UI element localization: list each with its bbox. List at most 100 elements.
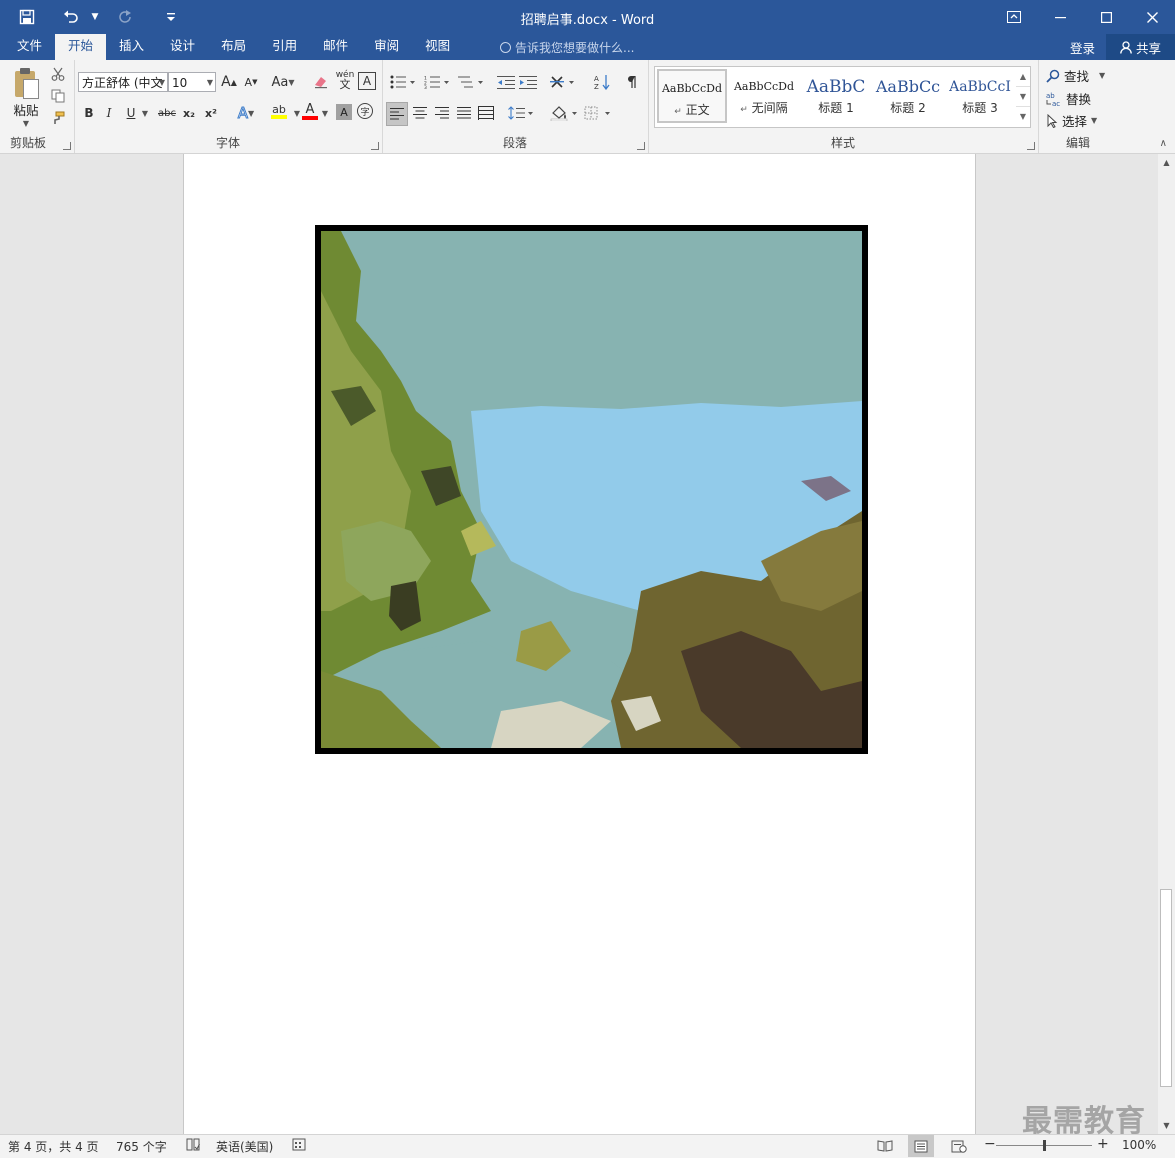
style-heading-3[interactable]: AaBbCcI 标题 3 — [945, 69, 1015, 123]
undo-icon[interactable] — [56, 2, 86, 32]
customize-qat-icon[interactable] — [162, 2, 180, 32]
tab-home[interactable]: 开始 — [55, 34, 107, 60]
redo-icon — [110, 2, 140, 32]
numbering-icon[interactable]: 123 — [422, 71, 452, 93]
tab-view[interactable]: 视图 — [412, 34, 463, 60]
select-button[interactable]: 选择 ▼ — [1046, 111, 1097, 130]
proofing-icon[interactable] — [186, 1138, 200, 1154]
font-color-dropdown-icon[interactable]: ▼ — [320, 102, 330, 124]
styles-launcher-icon[interactable] — [1027, 142, 1035, 150]
login-link[interactable]: 登录 — [1070, 38, 1095, 57]
person-icon — [1120, 40, 1132, 54]
grow-font-button[interactable]: A ▲ — [220, 71, 238, 93]
document-page[interactable] — [183, 154, 976, 1134]
superscript-button[interactable]: x² — [202, 102, 220, 124]
paste-dropdown-icon[interactable]: ▼ — [8, 119, 44, 128]
minimize-icon[interactable] — [1037, 0, 1083, 34]
justify-icon[interactable] — [453, 102, 475, 124]
increase-indent-icon[interactable] — [518, 71, 538, 93]
ribbon-display-icon[interactable] — [991, 0, 1037, 34]
share-button[interactable]: 共享 — [1106, 34, 1175, 60]
phonetic-guide-button[interactable]: wén 文 — [334, 69, 356, 91]
align-center-icon[interactable] — [409, 102, 431, 124]
chinese-layout-icon[interactable] — [548, 71, 578, 93]
style-normal[interactable]: AaBbCcDd ↵ 正文 — [657, 69, 727, 123]
maximize-icon[interactable] — [1083, 0, 1129, 34]
style-heading-2[interactable]: AaBbCc 标题 2 — [873, 69, 943, 123]
distributed-icon[interactable] — [475, 102, 497, 124]
shrink-font-button[interactable]: A ▼ — [242, 71, 260, 93]
chevron-down-icon: ▼ — [288, 77, 295, 87]
clear-formatting-icon[interactable] — [310, 71, 332, 93]
scroll-thumb[interactable] — [1160, 889, 1172, 1087]
shading-icon[interactable] — [548, 102, 580, 124]
word-count[interactable]: 765 个字 — [116, 1138, 167, 1155]
clipboard-launcher-icon[interactable] — [63, 142, 71, 150]
change-case-button[interactable]: Aa ▼ — [268, 71, 298, 93]
scroll-down-icon[interactable]: ▼ — [1016, 87, 1030, 107]
close-icon[interactable] — [1129, 0, 1175, 34]
page-count[interactable]: 第 4 页，共 4 页 — [8, 1138, 99, 1155]
subscript-button[interactable]: x₂ — [180, 102, 198, 124]
undo-dropdown-icon[interactable]: ▼ — [86, 2, 104, 32]
tab-review[interactable]: 审阅 — [361, 34, 412, 60]
show-marks-icon[interactable] — [624, 71, 640, 93]
macro-record-icon[interactable] — [292, 1138, 306, 1154]
character-border-button[interactable]: A — [358, 72, 376, 90]
format-painter-icon[interactable] — [48, 108, 68, 128]
align-right-icon[interactable] — [431, 102, 453, 124]
text-effects-button[interactable]: A ▼ — [232, 102, 260, 124]
scroll-down-icon[interactable]: ▼ — [1158, 1117, 1175, 1134]
font-name-combo[interactable]: 方正舒体 (中文 ▼ — [78, 72, 168, 92]
paragraph-launcher-icon[interactable] — [637, 142, 645, 150]
find-label: 查找 — [1064, 69, 1090, 84]
replace-button[interactable]: ab ac 替换 — [1046, 89, 1091, 108]
bold-button[interactable]: B — [80, 102, 98, 124]
copy-icon[interactable] — [48, 86, 68, 106]
tell-me-box[interactable]: 告诉我您想要做什么... — [500, 39, 634, 56]
collapse-ribbon-icon[interactable]: ∧ — [1160, 138, 1167, 149]
tab-insert[interactable]: 插入 — [106, 34, 157, 60]
gallery-more-icon[interactable]: ▼ — [1016, 107, 1030, 127]
font-color-button[interactable]: A — [300, 100, 320, 122]
zoom-slider-thumb[interactable] — [1043, 1140, 1046, 1151]
multilevel-list-icon[interactable] — [456, 71, 486, 93]
strikethrough-button[interactable]: abc — [156, 102, 178, 124]
scroll-up-icon[interactable]: ▲ — [1016, 67, 1030, 87]
italic-button[interactable]: I — [100, 102, 118, 124]
align-left-icon[interactable] — [386, 102, 408, 126]
character-shading-button[interactable]: A — [336, 104, 352, 120]
tab-layout[interactable]: 布局 — [208, 34, 259, 60]
style-heading-1[interactable]: AaBbC 标题 1 — [801, 69, 871, 123]
borders-icon[interactable] — [582, 102, 614, 124]
ribbon-tabs: 文件 开始 插入 设计 布局 引用 邮件 审阅 视图 — [4, 34, 463, 60]
vertical-scrollbar[interactable]: ▲ ▼ — [1158, 154, 1175, 1134]
highlight-button[interactable]: ab — [264, 100, 294, 122]
tab-mailings[interactable]: 邮件 — [310, 34, 361, 60]
font-launcher-icon[interactable] — [371, 142, 379, 150]
web-layout-icon[interactable] — [946, 1135, 972, 1157]
language[interactable]: 英语(美国) — [216, 1138, 273, 1155]
find-button[interactable]: 查找 ▼ — [1046, 66, 1105, 85]
picture[interactable] — [315, 225, 868, 754]
underline-dropdown-icon[interactable]: ▼ — [140, 102, 150, 124]
zoom-out-icon[interactable]: − — [984, 1136, 996, 1152]
decrease-indent-icon[interactable] — [496, 71, 516, 93]
cut-icon[interactable] — [48, 64, 68, 84]
print-layout-icon[interactable] — [908, 1135, 934, 1157]
sort-icon[interactable]: AZ — [592, 71, 612, 93]
save-icon[interactable] — [12, 2, 42, 32]
tab-file[interactable]: 文件 — [4, 34, 55, 60]
bullets-icon[interactable] — [388, 71, 418, 93]
underline-button[interactable]: U — [122, 102, 140, 124]
font-size-combo[interactable]: 10 ▼ — [168, 72, 216, 92]
tab-references[interactable]: 引用 — [259, 34, 310, 60]
scroll-up-icon[interactable]: ▲ — [1158, 154, 1175, 171]
enclose-characters-button[interactable]: 字 — [357, 103, 373, 119]
line-spacing-icon[interactable] — [506, 102, 536, 124]
read-mode-icon[interactable] — [872, 1135, 898, 1157]
style-no-spacing[interactable]: AaBbCcDd ↵ 无间隔 — [729, 69, 799, 123]
paste-button[interactable]: 粘贴 ▼ — [8, 66, 44, 130]
zoom-level[interactable]: 100% — [1122, 1138, 1156, 1152]
tab-design[interactable]: 设计 — [157, 34, 208, 60]
